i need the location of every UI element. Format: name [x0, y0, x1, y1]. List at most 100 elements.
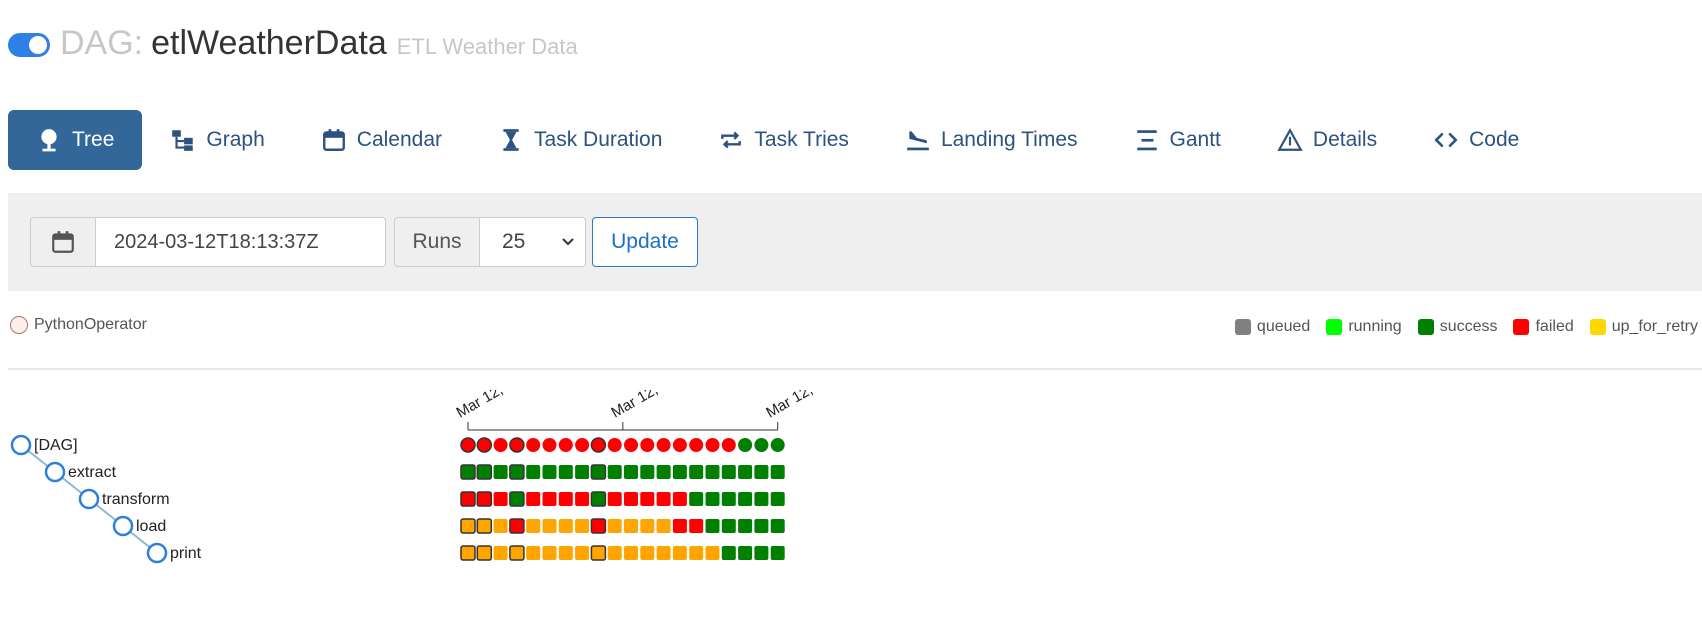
dag-run-status[interactable]: [705, 438, 720, 452]
task-instance-status[interactable]: [590, 464, 607, 480]
task-instance-status[interactable]: [640, 465, 655, 479]
task-instance-status[interactable]: [705, 519, 720, 533]
task-instance-status[interactable]: [721, 492, 736, 506]
legend-success[interactable]: success: [1417, 318, 1497, 336]
task-instance-status[interactable]: [672, 492, 687, 506]
task-instance-status[interactable]: [754, 546, 769, 560]
task-node[interactable]: [10, 434, 32, 456]
dag-run-status[interactable]: [526, 438, 541, 452]
dag-run-status[interactable]: [640, 438, 655, 452]
tab-gantt[interactable]: Gantt: [1106, 110, 1249, 170]
task-instance-status[interactable]: [476, 491, 493, 507]
dag-run-status[interactable]: [590, 437, 607, 453]
tab-landing-times[interactable]: Landing Times: [877, 110, 1106, 170]
task-instance-status[interactable]: [493, 465, 508, 479]
task-instance-status[interactable]: [656, 492, 671, 506]
task-instance-status[interactable]: [705, 546, 720, 560]
task-instance-status[interactable]: [721, 546, 736, 560]
task-instance-status[interactable]: [509, 491, 525, 507]
task-instance-status[interactable]: [640, 519, 655, 533]
task-instance-status[interactable]: [689, 492, 704, 506]
dag-pause-toggle[interactable]: [8, 33, 50, 57]
task-instance-status[interactable]: [705, 492, 720, 506]
task-node[interactable]: [112, 515, 134, 537]
dag-run-status[interactable]: [738, 438, 753, 452]
task-instance-status[interactable]: [476, 518, 493, 534]
task-instance-status[interactable]: [770, 492, 785, 506]
dag-run-status[interactable]: [770, 438, 785, 452]
task-instance-status[interactable]: [493, 492, 508, 506]
task-instance-status[interactable]: [754, 492, 769, 506]
dag-run-status[interactable]: [689, 438, 704, 452]
task-instance-status[interactable]: [640, 492, 655, 506]
task-instance-status[interactable]: [575, 519, 590, 533]
task-label[interactable]: transform: [102, 491, 170, 508]
base-date-input[interactable]: 2024-03-12T18:13:37Z: [96, 217, 386, 267]
task-instance-status[interactable]: [460, 545, 476, 561]
task-instance-status[interactable]: [624, 492, 638, 506]
task-instance-status[interactable]: [607, 546, 622, 560]
task-node[interactable]: [78, 488, 100, 510]
task-instance-status[interactable]: [770, 546, 785, 560]
legend-failed[interactable]: failed: [1513, 318, 1574, 336]
task-instance-status[interactable]: [476, 464, 493, 480]
tab-task-duration[interactable]: Task Duration: [470, 110, 690, 170]
task-instance-status[interactable]: [493, 519, 508, 533]
task-instance-status[interactable]: [770, 465, 785, 479]
dag-run-status[interactable]: [721, 438, 736, 452]
task-instance-status[interactable]: [689, 546, 704, 560]
task-instance-status[interactable]: [542, 492, 557, 506]
task-instance-status[interactable]: [672, 519, 687, 533]
task-instance-status[interactable]: [705, 465, 720, 479]
legend-up-for-retry[interactable]: up_for_retry: [1589, 318, 1698, 336]
task-instance-status[interactable]: [542, 546, 557, 560]
task-instance-status[interactable]: [590, 518, 607, 534]
tab-calendar[interactable]: Calendar: [293, 110, 470, 170]
task-instance-status[interactable]: [460, 464, 476, 480]
dag-run-status[interactable]: [558, 438, 573, 452]
task-instance-status[interactable]: [526, 546, 541, 560]
dag-run-status[interactable]: [575, 438, 590, 452]
update-button[interactable]: Update: [592, 217, 698, 267]
task-instance-status[interactable]: [590, 491, 607, 507]
task-instance-status[interactable]: [738, 492, 753, 506]
task-instance-status[interactable]: [754, 519, 769, 533]
tab-tree[interactable]: Tree: [8, 110, 143, 170]
dag-run-status[interactable]: [460, 437, 476, 453]
task-instance-status[interactable]: [558, 465, 573, 479]
task-instance-status[interactable]: [770, 519, 785, 533]
task-instance-status[interactable]: [624, 519, 638, 533]
task-instance-status[interactable]: [624, 465, 638, 479]
task-instance-status[interactable]: [493, 546, 508, 560]
task-instance-status[interactable]: [689, 519, 704, 533]
dag-run-status[interactable]: [509, 437, 525, 453]
task-instance-status[interactable]: [672, 465, 687, 479]
task-label[interactable]: extract: [68, 464, 117, 481]
task-instance-status[interactable]: [558, 546, 573, 560]
tab-details[interactable]: Details: [1249, 110, 1405, 170]
task-instance-status[interactable]: [526, 492, 541, 506]
task-instance-status[interactable]: [656, 546, 671, 560]
task-instance-status[interactable]: [476, 545, 493, 561]
task-instance-status[interactable]: [460, 518, 476, 534]
task-instance-status[interactable]: [526, 519, 541, 533]
task-instance-status[interactable]: [542, 519, 557, 533]
dag-run-status[interactable]: [542, 438, 557, 452]
dag-run-status[interactable]: [656, 438, 671, 452]
task-instance-status[interactable]: [754, 465, 769, 479]
task-instance-status[interactable]: [542, 465, 557, 479]
task-instance-status[interactable]: [672, 546, 687, 560]
task-instance-status[interactable]: [575, 465, 590, 479]
task-instance-status[interactable]: [656, 465, 671, 479]
dag-run-status[interactable]: [672, 438, 687, 452]
task-instance-status[interactable]: [738, 519, 753, 533]
task-instance-status[interactable]: [607, 465, 622, 479]
task-instance-status[interactable]: [509, 518, 525, 534]
task-instance-status[interactable]: [509, 545, 525, 561]
date-picker-button[interactable]: [30, 217, 96, 267]
task-instance-status[interactable]: [624, 546, 638, 560]
task-node[interactable]: [146, 542, 168, 564]
dag-run-status[interactable]: [493, 438, 508, 452]
task-instance-status[interactable]: [738, 465, 753, 479]
task-label[interactable]: load: [136, 518, 166, 535]
